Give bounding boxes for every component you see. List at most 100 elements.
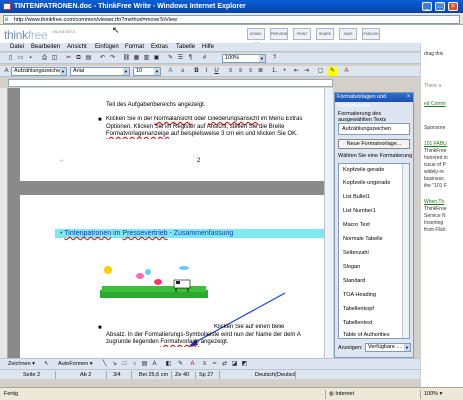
redo-icon[interactable]: ↷	[108, 54, 117, 63]
list-item[interactable]: List Number1	[343, 208, 376, 214]
list-item[interactable]: TOA Heading	[343, 292, 376, 298]
highlight-icon[interactable]: ✎	[328, 67, 337, 76]
columns-icon[interactable]: ▥	[142, 54, 151, 63]
close-button[interactable]: ×	[448, 2, 458, 11]
style-select[interactable]: Aufzählungszeichen ▼	[11, 67, 67, 76]
fill-color-icon[interactable]: ◧	[164, 360, 173, 369]
menu-datei[interactable]: Datei	[10, 43, 24, 52]
sidebar-text: from Flick	[424, 227, 446, 233]
list-item[interactable]: Seitenzahl	[343, 250, 369, 256]
font-color-icon[interactable]: A	[342, 67, 351, 76]
list-item[interactable]: Tabellenkopf	[343, 306, 374, 312]
list-item[interactable]: Kopfzeile ungerade	[343, 180, 390, 186]
justify-icon[interactable]: ≣	[256, 67, 265, 76]
indent-icon[interactable]: ⇥	[302, 67, 311, 76]
copy-icon[interactable]: ⧉	[74, 54, 83, 63]
sidebar-link[interactable]: When Th	[424, 199, 444, 206]
menu-format[interactable]: Format	[125, 43, 144, 52]
help-icon[interactable]: ?	[270, 54, 279, 63]
list-item[interactable]: Kopfzeile gerade	[343, 167, 384, 173]
line-icon[interactable]: ╲	[100, 360, 109, 369]
align-right-icon[interactable]: ≡	[246, 67, 255, 76]
new-style-button[interactable]: Neue Formatvorlage...	[338, 139, 410, 149]
image-icon[interactable]: ▣	[152, 54, 161, 63]
numbering-icon[interactable]: ⒈	[270, 67, 279, 76]
italic-icon[interactable]: I	[202, 67, 211, 76]
save-icon[interactable]: ▪	[26, 54, 35, 63]
borders-icon[interactable]: ▢	[316, 67, 325, 76]
open-icon[interactable]: ▭	[16, 54, 25, 63]
grid-icon[interactable]: #	[200, 54, 209, 63]
url-field[interactable]: e http://www.thinkfree.com/common/viewer…	[3, 15, 460, 24]
thinkfree-logo: thinkfree	[4, 28, 48, 42]
dash-style-icon[interactable]: ┅	[210, 360, 219, 369]
new-icon[interactable]: ▯	[6, 54, 15, 63]
menu-hilfe[interactable]: Hilfe	[202, 43, 214, 52]
print-icon[interactable]: ⎙	[40, 54, 49, 63]
list-item[interactable]: Slogan	[343, 264, 360, 270]
size-select[interactable]: 10 ▼	[133, 67, 161, 76]
list-item[interactable]: Standard	[343, 278, 365, 284]
undo-icon[interactable]: ↶	[98, 54, 107, 63]
shrink-font-icon[interactable]: a	[178, 67, 187, 76]
list-item[interactable]: Macro Text	[343, 222, 370, 228]
menu-bearbeiten[interactable]: Bearbeiten	[31, 43, 60, 52]
text-color-icon[interactable]: A	[188, 360, 197, 369]
align-left-icon[interactable]: ≡	[226, 67, 235, 76]
zoom-select[interactable]: 100% ▼	[222, 54, 266, 63]
line-color-icon[interactable]: ✎	[176, 360, 185, 369]
shadow-icon[interactable]: ◪	[230, 360, 239, 369]
textbox-icon[interactable]: ▤	[140, 360, 149, 369]
save-button[interactable]: SAVE	[339, 28, 357, 40]
bold-icon[interactable]: B	[192, 67, 201, 76]
preview-icon[interactable]: ◫	[50, 54, 59, 63]
select-arrow-icon[interactable]: ↖	[42, 360, 51, 369]
list-item[interactable]: Normale Tabelle	[343, 236, 383, 242]
menu-extras[interactable]: Extras	[151, 43, 168, 52]
rectangle-icon[interactable]: □	[120, 360, 129, 369]
print-button[interactable]: PRINT	[293, 28, 311, 40]
grow-font-icon[interactable]: A	[166, 67, 175, 76]
bullets-icon[interactable]: •	[280, 67, 289, 76]
outdent-icon[interactable]: ⇤	[292, 67, 301, 76]
link-icon[interactable]: ⛓	[122, 54, 131, 63]
document-scrollbar[interactable]	[324, 88, 333, 358]
sidebar-link[interactable]: ed Comm	[424, 101, 446, 108]
font-select[interactable]: Arial ▼	[70, 67, 130, 76]
menu-einfuegen[interactable]: Einfügen	[95, 43, 119, 52]
style-list-scrollbar[interactable]	[402, 164, 409, 338]
styles-pane-icon[interactable]: A	[2, 67, 11, 76]
preview-button[interactable]: PREVIEW	[270, 28, 288, 40]
minimize-button[interactable]: _	[422, 2, 432, 11]
3d-icon[interactable]: ◩	[240, 360, 249, 369]
arrow-style-icon[interactable]: ⇄	[220, 360, 229, 369]
zoom-level[interactable]: 100% ▾	[420, 390, 460, 399]
share-button[interactable]: SHARE	[316, 28, 334, 40]
list-item[interactable]: Tabellentext	[343, 320, 372, 326]
show-select[interactable]: Verfügbare ... ▼	[365, 343, 411, 352]
download-button[interactable]: DOWN-LOAD	[247, 28, 265, 46]
list-item[interactable]: Table of Authorities	[343, 332, 389, 338]
autoforms-menu[interactable]: AutoFormen ▾	[58, 360, 93, 369]
publish-button[interactable]: PUBLISH	[362, 28, 380, 40]
ellipse-icon[interactable]: ○	[130, 360, 139, 369]
underline-icon[interactable]: U	[212, 67, 221, 76]
arrow-icon[interactable]: ↘	[110, 360, 119, 369]
table-icon[interactable]: ▦	[132, 54, 141, 63]
drawing-icon[interactable]: ✎	[166, 54, 175, 63]
menu-tabelle[interactable]: Tabelle	[176, 43, 195, 52]
wordart-icon[interactable]: A	[150, 360, 159, 369]
align-center-icon[interactable]: ≡	[236, 67, 245, 76]
selected-format-field[interactable]: Aufzählungszeichen	[338, 123, 410, 135]
paste-icon[interactable]: ▤	[84, 54, 93, 63]
line-style-icon[interactable]: ≡	[200, 360, 209, 369]
sidebar-link[interactable]: 101 FABU	[424, 141, 447, 148]
cut-icon[interactable]: ✂	[64, 54, 73, 63]
close-icon[interactable]: ×	[405, 94, 412, 101]
menu-ansicht[interactable]: Ansicht	[67, 43, 87, 52]
maximize-button[interactable]: □	[435, 2, 445, 11]
docmap-icon[interactable]: ☰	[176, 54, 185, 63]
draw-menu[interactable]: Zeichnen ▾	[8, 360, 35, 369]
list-item[interactable]: List Bullet1	[343, 194, 370, 200]
paragraph-icon[interactable]: ¶	[186, 54, 195, 63]
